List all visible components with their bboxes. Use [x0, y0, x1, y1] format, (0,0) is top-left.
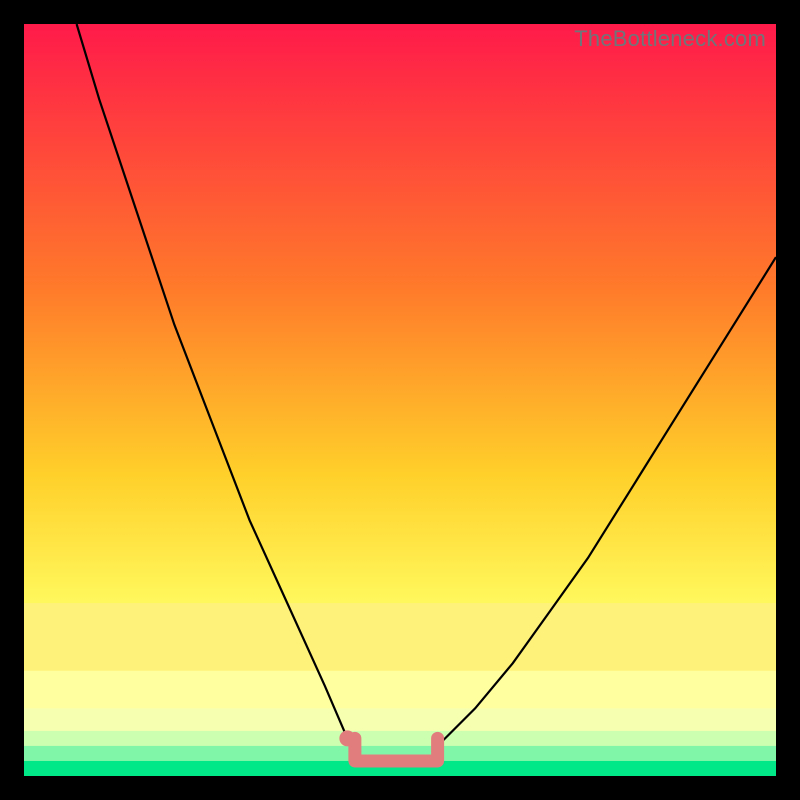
marker-dot	[339, 730, 355, 746]
bottom-color-bands	[24, 603, 776, 776]
watermark-text: TheBottleneck.com	[574, 26, 766, 52]
bottleneck-chart	[24, 24, 776, 776]
chart-frame: TheBottleneck.com	[24, 24, 776, 776]
